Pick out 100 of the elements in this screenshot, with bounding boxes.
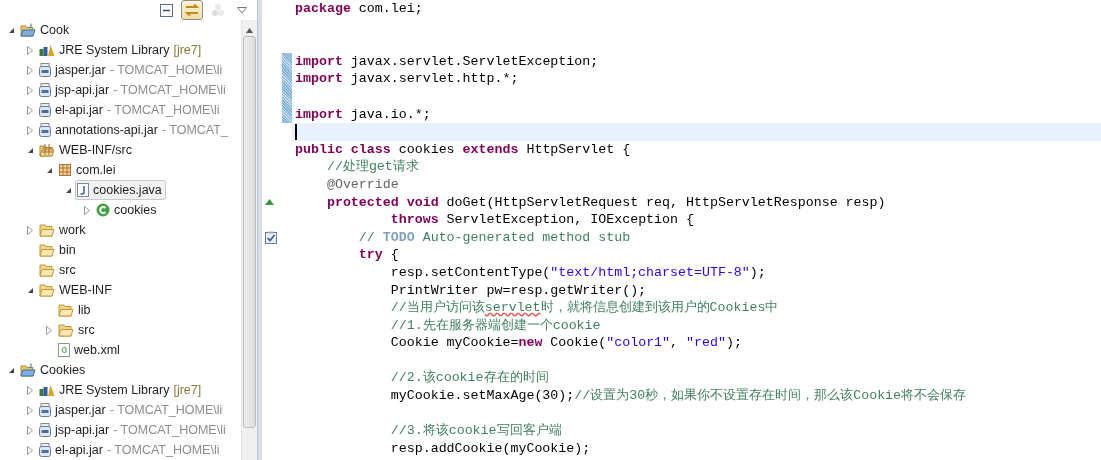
item-decoration: - TOMCAT_HOME\li	[106, 103, 220, 117]
file-icon	[58, 343, 70, 357]
toolbar-button[interactable]	[181, 0, 203, 20]
outline-triangle-icon[interactable]	[27, 425, 33, 435]
code-line: // TODO Auto-generated method stub	[357, 228, 632, 247]
code-line: import javax.servlet.ServletException;	[294, 52, 600, 71]
filled-triangle-icon[interactable]	[7, 26, 15, 34]
jar-icon	[39, 403, 51, 417]
item-label: annotations-api.jar	[55, 123, 158, 137]
tree-item[interactable]: jsp-api.jar - TOMCAT_HOME\li	[37, 420, 230, 440]
item-label: JRE System Library	[59, 383, 170, 397]
folder-icon	[58, 303, 74, 317]
scrollbar[interactable]	[241, 20, 257, 460]
tree-item[interactable]: Cookies	[18, 360, 90, 380]
tree-item[interactable]: jsp-api.jar - TOMCAT_HOME\li	[37, 80, 230, 100]
outline-triangle-icon[interactable]	[27, 125, 33, 135]
outline-triangle-icon[interactable]	[27, 45, 33, 55]
outline-triangle-icon[interactable]	[27, 105, 33, 115]
filled-triangle-icon[interactable]	[26, 146, 34, 154]
outline-triangle-icon[interactable]	[46, 325, 52, 335]
item-label: el-api.jar	[55, 443, 103, 457]
menu-icon	[237, 6, 247, 14]
tree-item[interactable]: WEB-INF/src	[37, 140, 136, 160]
item-label: jasper.jar	[55, 403, 106, 417]
item-label: el-api.jar	[55, 103, 103, 117]
filled-triangle-icon[interactable]	[26, 286, 34, 294]
outline-triangle-icon[interactable]	[27, 225, 33, 235]
code-line: myCookie.setMaxAge(30);//设置为30秒，如果你不设置存在时间，那么该Cookie将不会保存	[389, 387, 968, 405]
code-line: import javax.servlet.http.*;	[294, 70, 520, 88]
code-line: try {	[357, 246, 400, 264]
folder-icon	[39, 263, 55, 277]
tree-item[interactable]: com.lei	[56, 160, 120, 180]
item-label: Cook	[40, 23, 70, 37]
item-decoration: - TOMCAT_HOME\li	[106, 443, 220, 457]
package-icon	[58, 163, 72, 177]
up-arrow-icon[interactable]	[246, 28, 253, 33]
tree-item[interactable]: cookies	[94, 200, 161, 220]
tree-item[interactable]: WEB-INF	[37, 280, 116, 300]
code-line: //1.先在服务器端创建一个cookie	[389, 316, 602, 335]
tree-item[interactable]: web.xml	[56, 340, 124, 360]
item-label: cookies	[114, 203, 157, 217]
jar-icon	[39, 423, 51, 437]
item-decoration: - TOMCAT_HOME\li	[109, 63, 223, 77]
tree-item[interactable]: jasper.jar - TOMCAT_HOME\li	[37, 400, 227, 420]
code-line: throws ServletException, IOException {	[389, 211, 695, 229]
tree-item[interactable]: jasper.jar - TOMCAT_HOME\li	[37, 60, 227, 80]
code-line: package com.lei;	[294, 0, 424, 18]
outline-triangle-icon[interactable]	[27, 85, 33, 95]
outline-triangle-icon[interactable]	[84, 205, 90, 215]
folder-icon	[58, 323, 74, 337]
code-line: @Override	[325, 175, 400, 194]
tree-item[interactable]: lib	[56, 300, 95, 320]
folder-icon	[39, 223, 55, 237]
item-label: web.xml	[74, 343, 120, 357]
triangle-icon	[265, 199, 274, 206]
books-icon	[39, 43, 55, 57]
jar-icon	[39, 443, 51, 457]
outline-triangle-icon[interactable]	[27, 385, 33, 395]
filled-triangle-icon[interactable]	[45, 166, 53, 174]
folder-icon	[20, 23, 36, 37]
outline-triangle-icon[interactable]	[27, 65, 33, 75]
code-line: PrintWriter pw=resp.getWriter();	[389, 281, 648, 300]
outline-triangle-icon[interactable]	[27, 405, 33, 415]
tree-item[interactable]: src	[56, 320, 99, 340]
tree-item[interactable]: work	[37, 220, 90, 240]
tree-item[interactable]: JRE System Library [jre7]	[37, 40, 206, 60]
tree-item[interactable]: el-api.jar - TOMCAT_HOME\li	[37, 100, 224, 120]
code-line: //2.该cookie存在的时间	[389, 369, 550, 388]
class-icon	[96, 203, 110, 217]
filled-triangle-icon[interactable]	[64, 186, 72, 194]
item-label: Cookies	[40, 363, 86, 377]
change-marker	[282, 52, 292, 71]
jar-icon	[39, 83, 51, 97]
item-decoration: - TOMCAT_HOME\li	[109, 403, 223, 417]
code-line: protected void doGet(HttpServletRequest req, HttpServletResponse resp)	[325, 193, 887, 212]
jar-icon	[39, 123, 51, 137]
code-line: public class cookies extends HttpServlet {	[294, 140, 632, 159]
item-label: jasper.jar	[55, 63, 106, 77]
scroll-thumb[interactable]	[243, 36, 256, 428]
code-line: import java.io.*;	[294, 105, 432, 124]
source-folder-icon	[39, 143, 55, 157]
item-label: src	[59, 263, 76, 277]
change-marker	[282, 87, 292, 106]
tree-item[interactable]: Cook	[18, 20, 74, 40]
tree-item[interactable]: annotations-api.jar - TOMCAT_	[37, 120, 232, 140]
tree-item[interactable]: el-api.jar - TOMCAT_HOME\li	[37, 440, 224, 460]
code-line: //3.将该cookie写回客户端	[389, 422, 563, 440]
tree-item[interactable]: src	[37, 260, 80, 280]
item-label: src	[78, 323, 95, 337]
tree-item[interactable]: bin	[37, 240, 80, 260]
code-line: //处理get请求	[325, 158, 420, 176]
item-decoration: - TOMCAT_HOME\li	[113, 83, 226, 97]
java-file-icon	[77, 183, 89, 197]
tree-item[interactable]: JRE System Library [jre7]	[37, 380, 206, 400]
filled-triangle-icon[interactable]	[7, 366, 15, 374]
outline-triangle-icon[interactable]	[27, 445, 33, 455]
text-cursor	[295, 123, 297, 140]
item-decoration: [jre7]	[173, 383, 202, 397]
tree-item[interactable]: cookies.java	[75, 180, 166, 200]
item-label: WEB-INF/src	[59, 143, 132, 157]
